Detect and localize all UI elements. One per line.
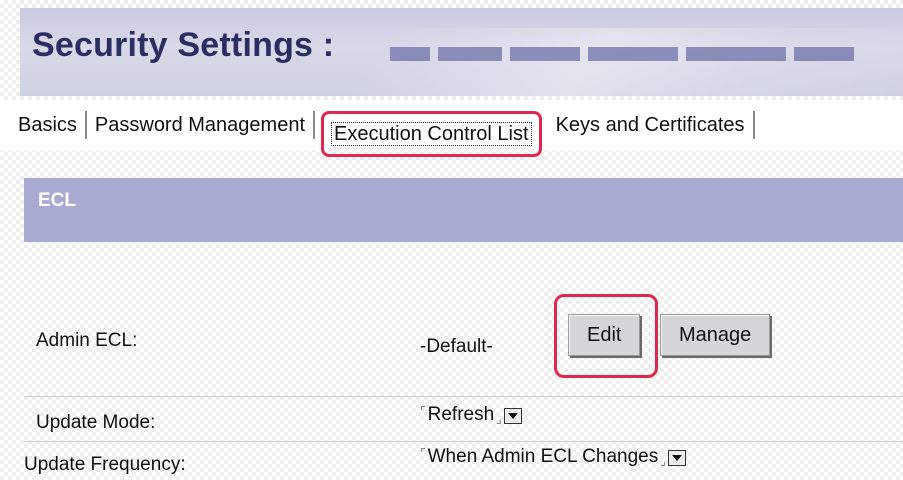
tab-keys-and-certificates[interactable]: Keys and Certificates	[548, 111, 755, 139]
row-divider	[24, 396, 903, 397]
header-banner: Security Settings :	[20, 8, 903, 96]
update-mode-select[interactable]: ⌜ Refresh ⌟	[420, 404, 522, 426]
redacted-title-text	[390, 44, 890, 64]
update-frequency-label: Update Frequency:	[24, 454, 186, 475]
chevron-down-icon[interactable]	[503, 408, 522, 424]
field-marker-icon: ⌟	[660, 454, 666, 468]
tab-label: Keys and Certificates	[555, 114, 745, 136]
tab-label: Execution Control List	[331, 122, 532, 146]
field-marker-icon: ⌜	[420, 404, 426, 418]
admin-ecl-label: Admin ECL:	[36, 330, 138, 351]
tab-password-management[interactable]: Password Management	[87, 111, 316, 139]
tab-highlight: Execution Control List	[321, 111, 542, 157]
update-mode-value: Refresh	[427, 404, 495, 425]
field-marker-icon: ⌜	[420, 446, 426, 460]
tab-label: Password Management	[94, 114, 306, 136]
section-title: ECL	[38, 190, 76, 211]
tab-execution-control-list[interactable]: Execution Control List	[321, 111, 542, 157]
manage-button[interactable]: Manage	[660, 314, 771, 356]
row-divider	[24, 441, 903, 442]
tab-bar: Basics Password Management Execution Con…	[0, 100, 903, 157]
admin-ecl-value: -Default-	[420, 336, 493, 357]
edit-button[interactable]: Edit	[568, 314, 641, 356]
tab-basics[interactable]: Basics	[0, 111, 87, 139]
update-frequency-select[interactable]: ⌜ When Admin ECL Changes ⌟	[420, 446, 686, 468]
update-frequency-value: When Admin ECL Changes	[427, 446, 659, 467]
update-mode-label: Update Mode:	[36, 412, 156, 433]
section-header: ECL	[24, 178, 903, 242]
page-title: Security Settings :	[32, 26, 335, 64]
field-marker-icon: ⌟	[496, 412, 502, 426]
tab-label: Basics	[18, 114, 77, 136]
chevron-down-icon[interactable]	[667, 450, 686, 466]
